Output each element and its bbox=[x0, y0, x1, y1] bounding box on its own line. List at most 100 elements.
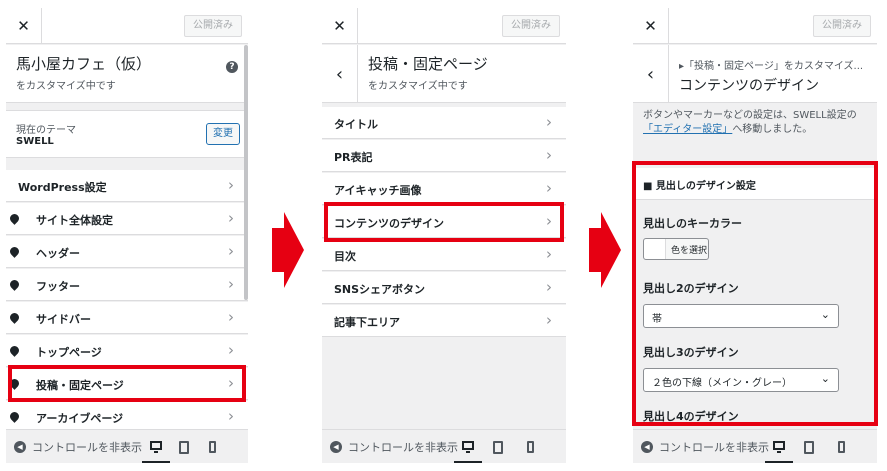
close-icon[interactable]: ✕ bbox=[6, 8, 42, 44]
chevron-right-icon: › bbox=[228, 176, 234, 194]
menu-item-label: タイトル bbox=[334, 118, 378, 131]
top-bar: ✕ 公開済み bbox=[322, 8, 566, 44]
back-icon[interactable]: ‹ bbox=[322, 45, 358, 103]
chevron-right-icon: › bbox=[546, 245, 552, 263]
panel-header: ‹ 投稿・固定ページ をカスタマイズ中です bbox=[322, 45, 566, 103]
menu-item-label: フッター bbox=[36, 280, 80, 293]
menu-item-label: 記事下エリア bbox=[334, 316, 400, 329]
mobile-icon bbox=[526, 441, 534, 453]
back-icon[interactable]: ‹ bbox=[633, 45, 669, 103]
menu-item-title[interactable]: タイトル › bbox=[322, 107, 566, 139]
menu-item-below-article[interactable]: 記事下エリア › bbox=[322, 305, 566, 337]
menu-item-label: トップページ bbox=[36, 346, 102, 359]
chevron-right-icon: › bbox=[228, 275, 234, 293]
tablet-preview-button[interactable] bbox=[795, 430, 823, 463]
hide-controls-label: コントロールを非表示 bbox=[659, 441, 769, 454]
publish-button[interactable]: 公開済み bbox=[813, 15, 871, 37]
menu-item-sidebar[interactable]: サイドバー › bbox=[6, 302, 248, 334]
menu-item-eyecatch[interactable]: アイキャッチ画像 › bbox=[322, 173, 566, 205]
panel-header: 馬小屋カフェ（仮） をカスタマイズ中です ? bbox=[6, 45, 248, 103]
close-icon[interactable]: ✕ bbox=[322, 8, 358, 44]
chevron-right-icon: › bbox=[228, 308, 234, 326]
panel-header: ‹ ▸「投稿・固定ページ」をカスタマイズ... コンテンツのデザイン bbox=[633, 45, 877, 103]
mobile-preview-button[interactable] bbox=[827, 430, 855, 463]
customizing-subtitle: をカスタマイズ中です bbox=[368, 81, 468, 92]
tablet-icon bbox=[493, 440, 503, 454]
menu-item-label: ヘッダー bbox=[36, 247, 80, 260]
current-theme-label: 現在のテーマ bbox=[16, 125, 76, 136]
notice-text: ボタンやマーカーなどの設定は、SWELL設定の「エディター設定」へ移動しました。 bbox=[643, 109, 865, 137]
chevron-right-icon: › bbox=[228, 341, 234, 359]
desktop-preview-button[interactable] bbox=[142, 430, 170, 463]
menu-item-label: サイト全体設定 bbox=[36, 214, 113, 227]
swell-icon bbox=[8, 311, 21, 324]
tablet-preview-button[interactable] bbox=[484, 430, 512, 463]
notice-pre: ボタンやマーカーなどの設定は、SWELL設定の bbox=[643, 110, 857, 121]
menu-item-label: アーカイブページ bbox=[36, 412, 124, 425]
help-icon[interactable]: ? bbox=[226, 61, 238, 73]
menu-item-footer[interactable]: フッター › bbox=[6, 269, 248, 301]
editor-settings-link[interactable]: 「エディター設定」 bbox=[643, 124, 732, 135]
close-icon[interactable]: ✕ bbox=[633, 8, 669, 44]
hide-controls-label: コントロールを非表示 bbox=[32, 441, 142, 454]
publish-button[interactable]: 公開済み bbox=[502, 15, 560, 37]
menu-item-top-page[interactable]: トップページ › bbox=[6, 335, 248, 367]
hide-controls-button[interactable]: ◀ コントロールを非表示 bbox=[641, 439, 769, 455]
menu-item-label: SNSシェアボタン bbox=[334, 283, 426, 296]
publish-button[interactable]: 公開済み bbox=[184, 15, 242, 37]
theme-info: 現在のテーマ SWELL 変更 bbox=[6, 110, 248, 158]
menu-item-label: サイドバー bbox=[36, 313, 91, 326]
menu-item-label: WordPress設定 bbox=[18, 181, 107, 194]
desktop-preview-button[interactable] bbox=[765, 430, 793, 463]
chevron-right-icon: › bbox=[546, 179, 552, 197]
menu-item-header[interactable]: ヘッダー › bbox=[6, 236, 248, 268]
hide-controls-button[interactable]: ◀ コントロールを非表示 bbox=[14, 439, 142, 455]
desktop-icon bbox=[462, 441, 474, 453]
mobile-preview-button[interactable] bbox=[516, 430, 544, 463]
chevron-right-icon: › bbox=[546, 113, 552, 131]
chevron-right-icon: › bbox=[228, 407, 234, 425]
chevron-right-icon: › bbox=[546, 146, 552, 164]
swell-icon bbox=[8, 344, 21, 357]
swell-icon bbox=[8, 245, 21, 258]
hide-controls-label: コントロールを非表示 bbox=[348, 441, 458, 454]
tablet-icon bbox=[179, 440, 189, 454]
section-title: 投稿・固定ページ bbox=[368, 55, 488, 73]
mobile-preview-button[interactable] bbox=[198, 430, 226, 463]
menu-item-label: 目次 bbox=[334, 250, 356, 263]
chevron-right-icon: › bbox=[546, 311, 552, 329]
desktop-icon bbox=[150, 441, 162, 453]
collapse-icon: ◀ bbox=[330, 441, 342, 453]
menu-item-sns-share[interactable]: SNSシェアボタン › bbox=[322, 272, 566, 304]
desktop-preview-button[interactable] bbox=[454, 430, 482, 463]
chevron-right-icon: › bbox=[228, 209, 234, 227]
chevron-right-icon: › bbox=[546, 278, 552, 296]
hide-controls-button[interactable]: ◀ コントロールを非表示 bbox=[330, 439, 458, 455]
swell-icon bbox=[8, 410, 21, 423]
top-bar: ✕ 公開済み bbox=[633, 8, 877, 44]
arrow-right-icon bbox=[589, 212, 621, 288]
mobile-icon bbox=[837, 441, 845, 453]
menu-item-wordpress-settings[interactable]: WordPress設定 › bbox=[6, 170, 248, 202]
footer-bar: ◀ コントロールを非表示 bbox=[322, 429, 566, 463]
change-theme-button[interactable]: 変更 bbox=[206, 123, 240, 145]
menu-item-label: PR表記 bbox=[334, 151, 373, 164]
tablet-icon bbox=[804, 440, 814, 454]
site-title: 馬小屋カフェ（仮） bbox=[16, 55, 152, 73]
scrollbar[interactable] bbox=[244, 45, 248, 300]
swell-icon bbox=[8, 212, 21, 225]
notice-post: へ移動しました。 bbox=[732, 124, 813, 135]
menu-item-label: アイキャッチ画像 bbox=[334, 184, 422, 197]
swell-icon bbox=[8, 278, 21, 291]
footer-bar: ◀ コントロールを非表示 bbox=[633, 429, 877, 463]
collapse-icon: ◀ bbox=[14, 441, 26, 453]
tablet-preview-button[interactable] bbox=[170, 430, 198, 463]
customizing-subtitle: をカスタマイズ中です bbox=[16, 81, 116, 92]
highlight-box-content-design bbox=[324, 202, 564, 242]
arrow-right-icon bbox=[272, 212, 304, 288]
menu-item-toc[interactable]: 目次 › bbox=[322, 239, 566, 271]
highlight-box-heading-design bbox=[632, 161, 878, 426]
menu-item-pr[interactable]: PR表記 › bbox=[322, 140, 566, 172]
section-title: コンテンツのデザイン bbox=[679, 78, 819, 94]
menu-item-site-settings[interactable]: サイト全体設定 › bbox=[6, 203, 248, 235]
